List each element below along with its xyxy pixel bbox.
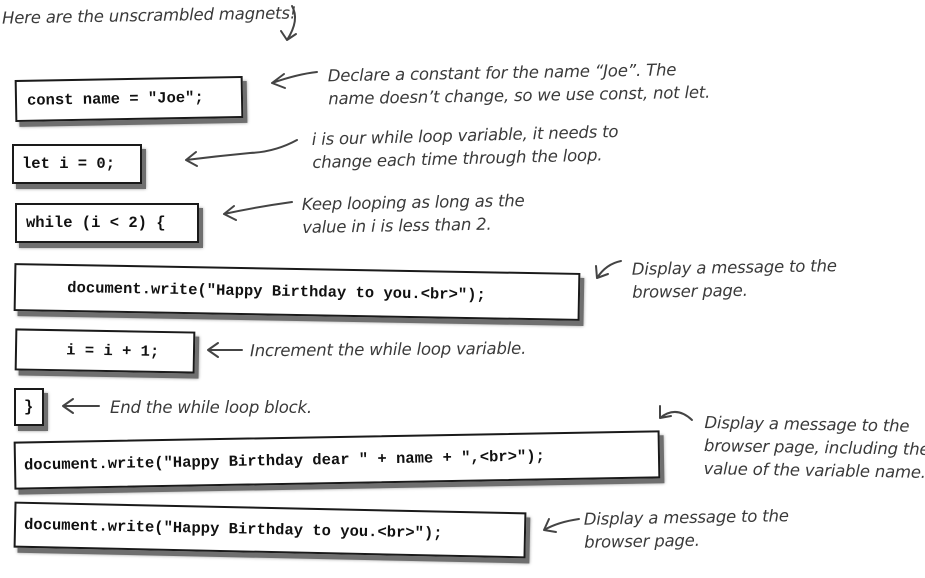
magnet-code: i = i + 1; [28,340,160,361]
annotation-closing-brace: End the while loop block. [110,398,312,417]
annotation-document-write-3: Display a message to the browser page. [583,506,789,552]
arrow-while [223,201,293,221]
magnet-document-write-1: document.write("Happy Birthday to you.<b… [13,263,581,321]
magnet-code: document.write("Happy Birthday to you.<b… [23,515,443,543]
magnet-code: document.write("Happy Birthday to you.<b… [29,278,486,305]
magnet-increment: i = i + 1; [14,328,196,374]
arrow-let [185,139,298,167]
magnet-code: const name = "Joe"; [26,88,204,110]
arrow-incr [207,342,243,358]
magnet-code: } [24,398,34,416]
magnet-closing-brace: } [14,388,44,426]
magnet-while-loop: while (i < 2) { [15,203,199,243]
magnet-code: while (i < 2) { [26,214,166,232]
magnet-code: document.write("Happy Birthday dear " + … [23,447,546,475]
annotation-document-write-1: Display a message to the browser page. [631,256,837,302]
annotation-document-write-2: Display a message to the browser page, i… [703,413,925,482]
arrow-doc2 [659,405,693,421]
arrow-doc1 [595,260,622,279]
annotation-increment: Increment the while loop variable. [249,338,527,361]
arrow-end [62,398,100,414]
exercise-solution-page: Here are the unscrambled magnets! const … [0,0,925,578]
heading-arrow [280,5,297,41]
magnet-const-declaration: const name = "Joe"; [14,76,244,122]
annotation-while: Keep looping as long as the value in i i… [301,191,525,237]
arrow-doc3 [543,518,580,533]
magnet-let-declaration: let i = 0; [12,144,142,184]
annotation-let: i is our while loop variable, it needs t… [311,121,619,173]
magnet-code: let i = 0; [22,155,116,173]
arrow-const [271,71,318,89]
annotation-const: Declare a constant for the name “Joe”. T… [327,60,711,109]
